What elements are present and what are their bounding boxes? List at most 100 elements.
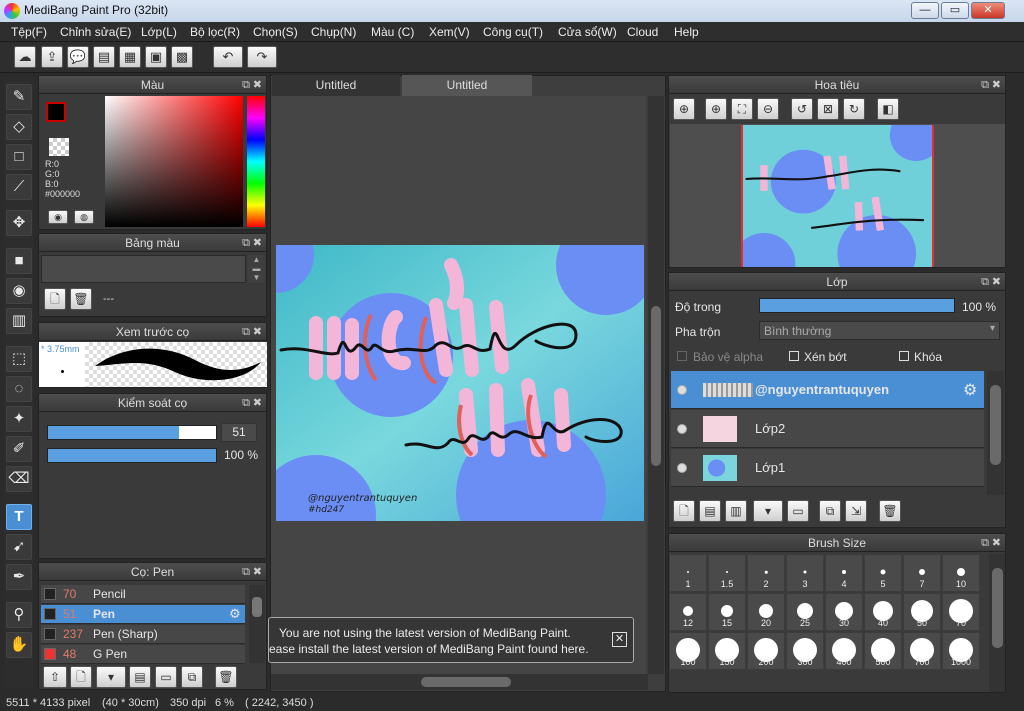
foreground-color-swatch[interactable]: [46, 102, 66, 122]
layer-opacity-slider[interactable]: [759, 298, 955, 313]
brush-size-cell[interactable]: 700: [903, 632, 941, 670]
hue-slider[interactable]: [247, 96, 265, 227]
merge-layer-icon[interactable]: ⇲: [845, 500, 867, 522]
rotate-left-icon[interactable]: ↺: [791, 98, 813, 120]
undock-icon[interactable]: ⧉: [242, 323, 250, 341]
new-brush-icon[interactable]: 🗋: [70, 666, 92, 688]
layer-row[interactable]: Lớp2: [671, 410, 984, 448]
brush-item[interactable]: 48 G Pen: [41, 645, 245, 664]
fill-rect-tool-icon[interactable]: ■: [6, 248, 32, 274]
menu-tools[interactable]: Công cụ(T): [483, 25, 543, 39]
menu-layer[interactable]: Lớp(L): [141, 25, 177, 39]
tab-untitled-2[interactable]: Untitled: [402, 75, 532, 96]
brush-size-scrollbar[interactable]: [989, 554, 1005, 692]
undo-icon[interactable]: ↶: [213, 46, 243, 68]
eyedropper-tool-icon[interactable]: ⚲: [6, 602, 32, 628]
horizontal-scrollbar[interactable]: [271, 674, 648, 690]
transparent-swatch[interactable]: [49, 138, 69, 156]
text-tool-icon[interactable]: T: [6, 504, 32, 530]
brush-size-cell[interactable]: 30: [825, 593, 863, 631]
layer-list-scrollbar[interactable]: [987, 371, 1004, 495]
new-palette-icon[interactable]: 🗋: [44, 288, 66, 310]
share-icon[interactable]: ⇪: [41, 46, 63, 68]
saturation-value-picker[interactable]: [105, 96, 243, 227]
brush-size-value[interactable]: 51: [221, 423, 257, 442]
brush-size-cell[interactable]: 4: [825, 554, 863, 592]
visibility-icon[interactable]: [677, 463, 687, 473]
move-tool-icon[interactable]: ✥: [6, 210, 32, 236]
brush-size-cell[interactable]: 1: [669, 554, 707, 592]
menu-window[interactable]: Cửa sổ(W): [558, 25, 617, 39]
undock-icon[interactable]: ⧉: [242, 234, 250, 252]
brush-size-cell[interactable]: 40: [864, 593, 902, 631]
clipping-checkbox[interactable]: [789, 351, 799, 361]
brush-size-cell[interactable]: 2: [747, 554, 785, 592]
menu-select[interactable]: Chọn(S): [253, 25, 298, 39]
artwork-canvas[interactable]: @nguyentrantuquyen #hd247: [276, 245, 644, 521]
notice-line-2[interactable]: ease install the latest version of MediB…: [269, 642, 589, 656]
brush-size-cell[interactable]: 200: [747, 632, 785, 670]
brush-size-cell[interactable]: 20: [747, 593, 785, 631]
zoom-in-icon[interactable]: ⊕: [705, 98, 727, 120]
protect-alpha-checkbox[interactable]: [677, 351, 687, 361]
gear-icon[interactable]: ⚙: [229, 606, 241, 622]
brush-size-cell[interactable]: 15: [708, 593, 746, 631]
redo-icon[interactable]: ↷: [247, 46, 277, 68]
brush-folder-icon[interactable]: ▭: [155, 666, 177, 688]
brush-item[interactable]: 70 Pencil: [41, 585, 245, 604]
brush-size-cell[interactable]: 400: [825, 632, 863, 670]
new-layer-icon[interactable]: 🗋: [673, 500, 695, 522]
new-8bit-layer-icon[interactable]: ▥: [725, 500, 747, 522]
delete-brush-icon[interactable]: 🗑: [215, 666, 237, 688]
panel-close-icon[interactable]: ✖: [253, 234, 262, 252]
cloud-icon[interactable]: ☁: [14, 46, 36, 68]
brush-item-selected[interactable]: 51 Pen ⚙: [41, 605, 245, 624]
undock-icon[interactable]: ⧉: [981, 76, 989, 94]
close-button[interactable]: ✕: [971, 2, 1005, 19]
panel-close-icon[interactable]: ✖: [253, 563, 262, 581]
vertical-scrollbar[interactable]: [648, 96, 664, 674]
gradient-tool-icon[interactable]: ▥: [6, 308, 32, 334]
undock-icon[interactable]: ⧉: [242, 394, 250, 412]
brush-list-scrollbar[interactable]: [249, 585, 265, 663]
layer-row[interactable]: @nguyentrantuquyen ⚙: [671, 371, 984, 409]
menu-filter[interactable]: Bộ lọc(R): [190, 25, 240, 39]
brush-size-cell[interactable]: 70: [942, 593, 980, 631]
undock-icon[interactable]: ⧉: [981, 534, 989, 552]
brush-item[interactable]: 237 Pen (Sharp): [41, 625, 245, 644]
visibility-icon[interactable]: [677, 385, 687, 395]
select-pen-tool-icon[interactable]: ✐: [6, 436, 32, 462]
duplicate-layer-icon[interactable]: ⧉: [819, 500, 841, 522]
duplicate-brush-icon[interactable]: ⧉: [181, 666, 203, 688]
new-halftone-layer-icon[interactable]: ▤: [699, 500, 721, 522]
undock-icon[interactable]: ⧉: [242, 563, 250, 581]
layout-icon[interactable]: ▣: [145, 46, 167, 68]
update-notice[interactable]: You are not using the latest version of …: [268, 617, 634, 663]
panel-close-icon[interactable]: ✖: [253, 394, 262, 412]
undock-icon[interactable]: ⧉: [242, 76, 250, 94]
visibility-icon[interactable]: [677, 424, 687, 434]
zoom-out-icon[interactable]: ⊖: [757, 98, 779, 120]
gear-icon[interactable]: ⚙: [963, 380, 977, 400]
bucket-tool-icon[interactable]: ◉: [6, 278, 32, 304]
panel-close-icon[interactable]: ✖: [992, 76, 1001, 94]
brush-size-cell[interactable]: 25: [786, 593, 824, 631]
palette-scroll[interactable]: ▲ ▬ ▼: [248, 255, 265, 283]
zoom-actual-icon[interactable]: ⊕: [673, 98, 695, 120]
panel-close-icon[interactable]: ✖: [992, 273, 1001, 291]
grid-icon[interactable]: ▩: [171, 46, 193, 68]
menu-color[interactable]: Màu (C): [371, 25, 414, 39]
minimize-button[interactable]: —: [911, 2, 939, 19]
brush-size-slider[interactable]: [47, 425, 217, 440]
select-eraser-tool-icon[interactable]: ⌫: [6, 466, 32, 492]
layer-row[interactable]: Lớp1: [671, 449, 984, 487]
brush-size-cell[interactable]: 150: [708, 632, 746, 670]
undock-icon[interactable]: ⧉: [981, 273, 989, 291]
close-notice-icon[interactable]: ✕: [612, 632, 627, 647]
palette-swatches[interactable]: [41, 255, 246, 283]
color-wheel-icon[interactable]: ◉: [48, 210, 68, 224]
hand-tool-icon[interactable]: ✋: [6, 632, 32, 658]
brush-size-cell[interactable]: 7: [903, 554, 941, 592]
brush-size-cell[interactable]: 300: [786, 632, 824, 670]
brush-size-cell[interactable]: 12: [669, 593, 707, 631]
